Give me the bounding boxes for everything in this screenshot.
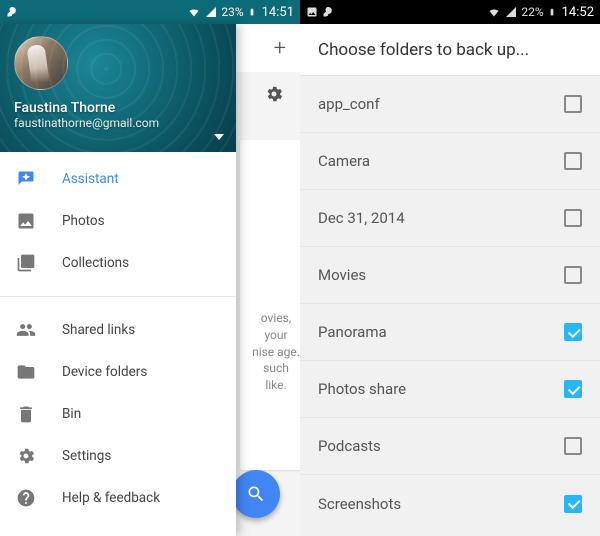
signal-icon <box>205 6 217 18</box>
folder-name: Camera <box>318 152 370 170</box>
drawer-item-label: Photos <box>62 213 105 229</box>
checkbox[interactable] <box>564 266 582 284</box>
checkbox[interactable] <box>564 495 582 513</box>
phone-right: 22% 14:52 Choose folders to back up... a… <box>300 0 600 536</box>
drawer-item-collections[interactable]: Collections <box>0 242 236 284</box>
wifi-icon <box>187 6 201 18</box>
chevron-down-icon[interactable] <box>214 134 224 140</box>
drawer-item-label: Shared links <box>62 322 135 338</box>
drawer-section-secondary: Shared links Device folders Bin Settings… <box>0 303 236 525</box>
clock: 14:51 <box>262 5 294 20</box>
fab-search[interactable] <box>232 470 280 518</box>
checkbox[interactable] <box>564 437 582 455</box>
statusbar: 22% 14:52 <box>300 0 600 24</box>
folder-row[interactable]: app_conf <box>300 76 600 133</box>
drawer-item-label: Device folders <box>62 364 147 380</box>
folder-row[interactable]: Screenshots <box>300 475 600 532</box>
drawer-item-label: Bin <box>62 406 81 422</box>
assistant-icon <box>16 169 36 189</box>
key-icon <box>6 6 18 18</box>
drawer-item-settings[interactable]: Settings <box>0 435 236 477</box>
account-email: faustinathorne@gmail.com <box>14 116 222 130</box>
drawer-item-label: Help & feedback <box>62 490 160 506</box>
folder-row[interactable]: Podcasts <box>300 418 600 475</box>
battery-pct: 22% <box>521 5 543 19</box>
folder-icon <box>16 362 36 382</box>
folder-name: Screenshots <box>318 495 401 513</box>
help-icon <box>16 488 36 508</box>
statusbar: 23% 14:51 <box>0 0 300 24</box>
folder-name: app_conf <box>318 95 380 113</box>
folder-row[interactable]: Panorama <box>300 304 600 361</box>
drawer-item-shared-links[interactable]: Shared links <box>0 309 236 351</box>
folder-row[interactable]: Movies <box>300 247 600 304</box>
folder-name: Dec 31, 2014 <box>318 209 405 227</box>
drawer-item-photos[interactable]: Photos <box>0 200 236 242</box>
folder-row[interactable]: Camera <box>300 133 600 190</box>
checkbox[interactable] <box>564 323 582 341</box>
battery-icon <box>248 5 256 19</box>
drawer-item-label: Collections <box>62 255 129 271</box>
checkbox[interactable] <box>564 380 582 398</box>
checkbox[interactable] <box>564 95 582 113</box>
drawer-item-device-folders[interactable]: Device folders <box>0 351 236 393</box>
dialog-title: Choose folders to back up... <box>300 24 600 76</box>
gear-icon <box>16 446 36 466</box>
drawer-item-assistant[interactable]: Assistant <box>0 158 236 200</box>
folder-name: Photos share <box>318 380 406 398</box>
clock: 14:52 <box>562 5 594 20</box>
collections-icon <box>16 253 36 273</box>
image-icon <box>306 6 318 18</box>
folder-row[interactable]: Photos share <box>300 361 600 418</box>
folder-name: Panorama <box>318 323 387 341</box>
avatar[interactable] <box>14 36 68 90</box>
checkbox[interactable] <box>564 152 582 170</box>
checkbox[interactable] <box>564 209 582 227</box>
search-icon <box>246 484 266 504</box>
folder-name: Podcasts <box>318 437 381 455</box>
drawer-header[interactable]: Faustina Thorne faustinathorne@gmail.com <box>0 24 236 152</box>
wifi-icon <box>487 6 501 18</box>
folder-list: app_conf Camera Dec 31, 2014 Movies Panorama… <box>300 76 600 532</box>
right-body: Choose folders to back up... app_conf Cam… <box>300 24 600 536</box>
phone-left: 23% 14:51 + ovies, your nise age. such l… <box>0 0 300 536</box>
people-icon <box>16 320 36 340</box>
drawer-item-label: Settings <box>62 448 111 464</box>
battery-icon <box>548 5 556 19</box>
folder-row[interactable]: Dec 31, 2014 <box>300 190 600 247</box>
drawer-item-help[interactable]: Help & feedback <box>0 477 236 519</box>
add-icon[interactable]: + <box>274 36 286 61</box>
drawer-section-primary: Assistant Photos Collections <box>0 152 236 290</box>
divider <box>0 296 236 297</box>
gear-icon[interactable] <box>264 84 284 108</box>
content-card <box>240 140 300 470</box>
signal-icon <box>505 6 517 18</box>
trash-icon <box>16 404 36 424</box>
drawer-item-label: Assistant <box>62 171 119 187</box>
folder-name: Movies <box>318 266 366 284</box>
account-name: Faustina Thorne <box>14 100 222 116</box>
photos-icon <box>16 211 36 231</box>
battery-pct: 23% <box>221 5 243 19</box>
content-hint-text: ovies, your nise age. such like. <box>252 310 300 394</box>
nav-drawer: Faustina Thorne faustinathorne@gmail.com… <box>0 24 236 536</box>
drawer-item-bin[interactable]: Bin <box>0 393 236 435</box>
key-icon <box>322 6 334 18</box>
